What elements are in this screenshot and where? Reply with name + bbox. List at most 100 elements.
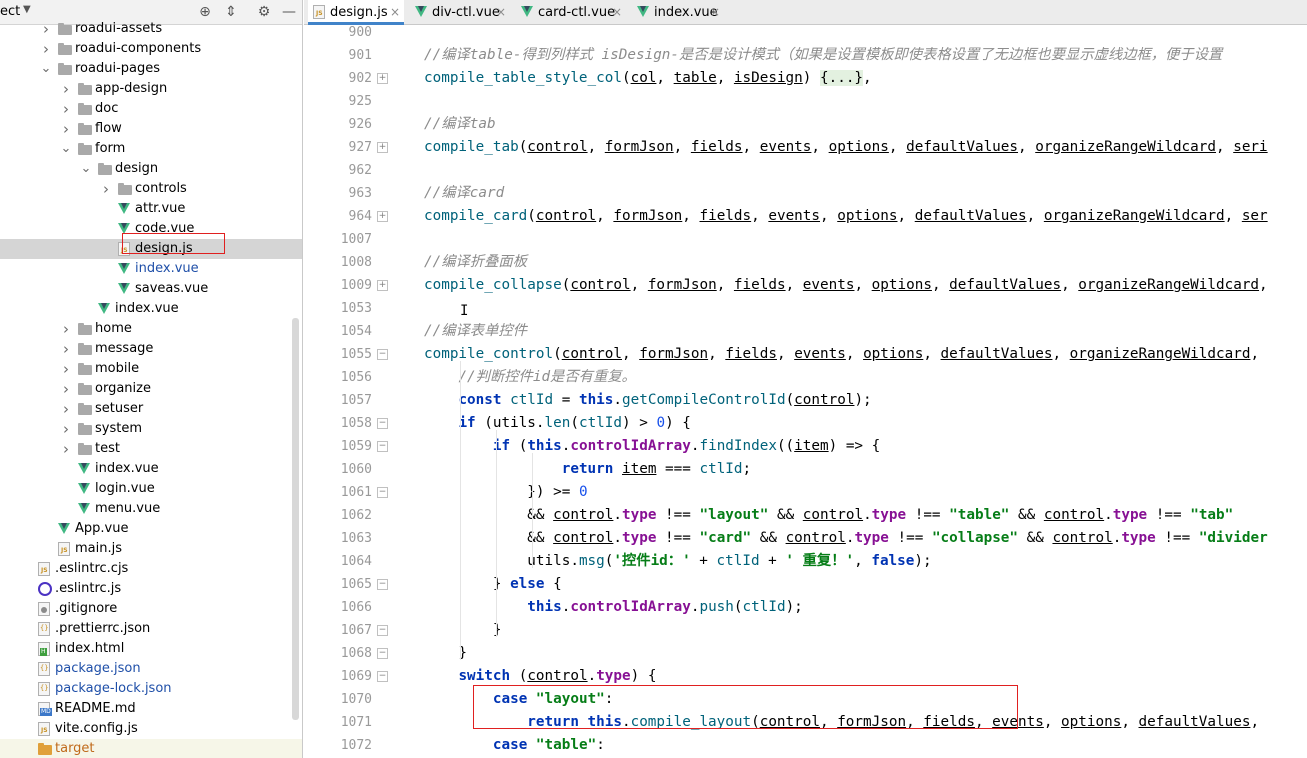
close-icon[interactable]: × (390, 0, 400, 25)
tree-file-item[interactable]: {} .prettierrc.json (0, 619, 302, 639)
tree-file-item[interactable]: JS vite.config.js (0, 719, 302, 739)
tree-file-item[interactable]: MD README.md (0, 699, 302, 719)
code-token: type (622, 530, 657, 546)
chevron-right-icon[interactable]: › (60, 99, 72, 119)
tree-folder-item[interactable]: › doc (0, 99, 302, 119)
tree-folder-item[interactable]: › roadui-assets (0, 19, 302, 39)
close-icon[interactable]: × (496, 0, 506, 25)
chevron-right-icon[interactable]: › (40, 19, 52, 39)
tree-file-item[interactable]: .eslintrc.js (0, 579, 302, 599)
code-token: , (682, 208, 700, 224)
tree-file-item[interactable]: menu.vue (0, 499, 302, 519)
tree-folder-item[interactable]: › system (0, 419, 302, 439)
tree-folder-item[interactable]: › roadui-components (0, 39, 302, 59)
chevron-right-icon[interactable]: › (60, 399, 72, 419)
code-token: , (751, 208, 769, 224)
tree-folder-item[interactable]: ⌄ form (0, 139, 302, 159)
code-token: , (1043, 714, 1062, 730)
tree-file-item[interactable]: App.vue (0, 519, 302, 539)
tree-file-item[interactable]: attr.vue (0, 199, 302, 219)
close-icon[interactable]: × (612, 0, 622, 25)
chevron-right-icon[interactable]: › (60, 419, 72, 439)
folder-icon (57, 22, 73, 36)
chevron-right-icon[interactable]: › (40, 39, 52, 59)
chevron-down-icon[interactable]: ⌄ (40, 59, 52, 79)
editor-tab[interactable]: card-ctl.vue × (516, 0, 626, 25)
fold-expand-icon[interactable]: + (377, 280, 388, 291)
editor-tab[interactable]: div-ctl.vue × (410, 0, 510, 25)
tree-folder-item[interactable]: › app-design (0, 79, 302, 99)
tree-file-item[interactable]: index.vue (0, 299, 302, 319)
code-token: events (794, 346, 846, 362)
code-highlight-box (473, 685, 1018, 729)
line-number: 1054 (340, 324, 372, 339)
project-panel-title[interactable]: ect (0, 4, 20, 19)
chevron-right-icon[interactable]: › (60, 119, 72, 139)
code-token: //编译表单控件 (424, 323, 527, 339)
tree-file-item[interactable]: {} package-lock.json (0, 679, 302, 699)
tree-scrollbar[interactable] (292, 318, 299, 720)
code-token: , (708, 346, 726, 362)
fold-collapse-icon[interactable]: − (377, 579, 388, 590)
tree-file-item[interactable]: saveas.vue (0, 279, 302, 299)
code-area[interactable]: //编译table-得到列样式 isDesign-是否是设计模式（如果是设置模板… (424, 25, 1307, 758)
tree-folder-item[interactable]: › message (0, 339, 302, 359)
fold-collapse-icon[interactable]: − (377, 349, 388, 360)
chevron-down-icon[interactable]: ⌄ (80, 159, 92, 179)
code-line: compile_control(control, formJson, field… (424, 343, 1268, 366)
tree-folder-item[interactable]: › home (0, 319, 302, 339)
tree-folder-item[interactable]: › organize (0, 379, 302, 399)
tree-folder-item[interactable]: ⌄ roadui-pages (0, 59, 302, 79)
chevron-right-icon[interactable]: › (100, 179, 112, 199)
chevron-right-icon[interactable]: › (60, 359, 72, 379)
code-token: , (931, 277, 950, 293)
tree-item-label: organize (95, 381, 151, 396)
chevron-right-icon[interactable]: › (60, 319, 72, 339)
fold-collapse-icon[interactable]: − (377, 625, 388, 636)
fold-collapse-icon[interactable]: − (377, 441, 388, 452)
fold-expand-icon[interactable]: + (377, 211, 388, 222)
tree-item-label: index.vue (95, 461, 159, 476)
fold-collapse-icon[interactable]: − (377, 487, 388, 498)
fold-expand-icon[interactable]: + (377, 73, 388, 84)
fold-collapse-icon[interactable]: − (377, 418, 388, 429)
tree-file-item[interactable]: {} package.json (0, 659, 302, 679)
chevron-right-icon[interactable]: › (60, 79, 72, 99)
tree-folder-item[interactable]: › flow (0, 119, 302, 139)
editor-tab[interactable]: index.vue × (632, 0, 724, 25)
chevron-right-icon[interactable]: › (60, 379, 72, 399)
code-token: , (854, 553, 872, 569)
code-token: }) >= (424, 484, 579, 500)
chevron-right-icon[interactable]: › (60, 439, 72, 459)
file-highlight-box (122, 233, 225, 254)
tree-folder-item[interactable]: › setuser (0, 399, 302, 419)
fold-collapse-icon[interactable]: − (377, 648, 388, 659)
tree-folder-item[interactable]: ⌄ design (0, 159, 302, 179)
folder-icon (77, 402, 93, 416)
chevron-right-icon[interactable]: › (60, 339, 72, 359)
tree-folder-item[interactable]: › controls (0, 179, 302, 199)
tree-folder-item[interactable]: target (0, 739, 302, 758)
chevron-down-icon[interactable]: ⌄ (60, 139, 72, 159)
tree-file-item[interactable]: index.vue (0, 459, 302, 479)
tree-folder-item[interactable]: › mobile (0, 359, 302, 379)
tree-folder-item[interactable]: › test (0, 439, 302, 459)
tree-file-item[interactable]: JS .eslintrc.cjs (0, 559, 302, 579)
code-token: "card" (699, 530, 752, 546)
code-token: col (630, 70, 657, 86)
close-icon[interactable]: × (710, 0, 720, 25)
fold-expand-icon[interactable]: + (377, 142, 388, 153)
tree-file-item[interactable]: login.vue (0, 479, 302, 499)
fold-collapse-icon[interactable]: − (377, 671, 388, 682)
tree-file-item[interactable]: index.vue (0, 259, 302, 279)
tree-file-item[interactable]: Hindex.html (0, 639, 302, 659)
folder-icon (77, 362, 93, 376)
tree-file-item[interactable]: .gitignore (0, 599, 302, 619)
code-token: type (854, 530, 889, 546)
code-token: "layout" (699, 507, 769, 523)
line-number: 1070 (340, 692, 372, 707)
code-token: ctlId (716, 553, 760, 569)
chevron-down-icon[interactable]: ▼ (23, 4, 31, 15)
tree-file-item[interactable]: JS main.js (0, 539, 302, 559)
